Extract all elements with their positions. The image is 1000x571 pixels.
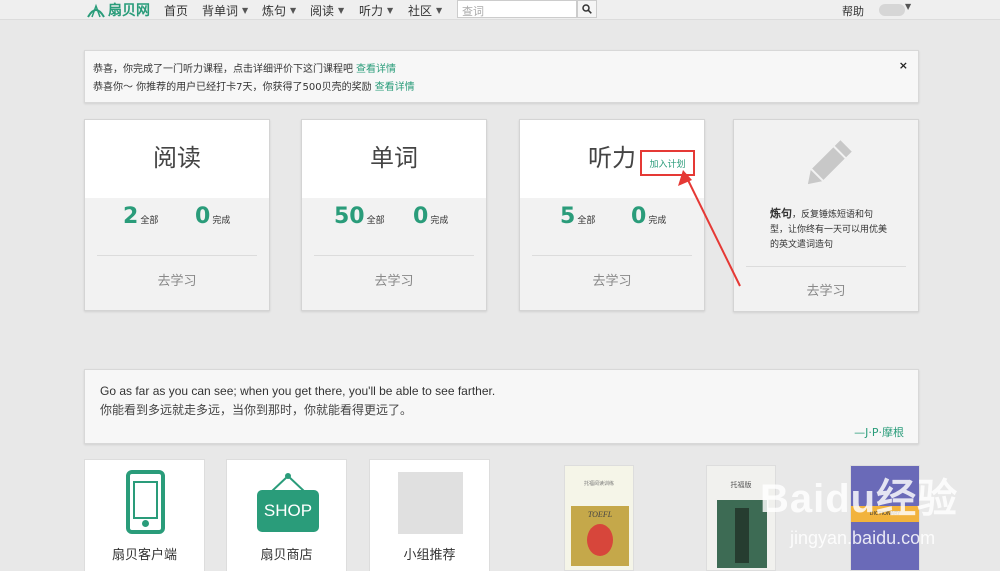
chevron-down-icon: ▼ [436, 6, 443, 15]
divider [532, 255, 692, 256]
tile-group-recommend[interactable]: 小组推荐 [369, 459, 490, 571]
tile-label: 小组推荐 [403, 548, 456, 563]
course-card-words[interactable]: 单词 50 全部 0 完成 去学习 [301, 119, 487, 311]
go-study-button[interactable]: 去学习 [302, 270, 486, 289]
stat-done-value: 0 [195, 204, 211, 229]
annotation-arrow [678, 170, 741, 287]
baidu-watermark-url: jingyan.baidu.com [790, 528, 936, 548]
card-header: 单词 [302, 120, 486, 198]
chevron-down-icon: ▼ [338, 6, 345, 15]
card-title: 阅读 [153, 144, 201, 172]
divider [314, 255, 474, 256]
notification-panel: 恭喜，你完成了一门听力课程，点击详细评价下这门课程吧 查看详情 恭喜你～ 你推荐的… [84, 50, 919, 103]
nav-menu-label: 听力 [359, 4, 384, 18]
stat-done: 0 完成 [631, 204, 666, 229]
nav-menu-label: 社区 [408, 4, 433, 18]
book-cover-text: TOEFL [587, 510, 613, 519]
quote-chinese: 你能看到多远就走多远，当你到那时，你就能看得更远了。 [100, 403, 413, 417]
notification-text: 恭喜你～ 你推荐的用户已经打卡7天，你获得了500贝壳的奖励 [93, 82, 372, 93]
nav-menu-label: 炼句 [262, 4, 287, 18]
stat-done-label: 完成 [212, 216, 231, 226]
close-icon[interactable]: × [899, 59, 908, 72]
quote-english: Go as far as you can see; when you get t… [100, 384, 496, 398]
stat-done-value: 0 [413, 204, 429, 229]
book-cover-toefl-reading[interactable]: 托福阅读训练 TOEFL [564, 465, 634, 571]
stat-done: 0 完成 [413, 204, 448, 229]
stat-total-label: 全部 [140, 216, 159, 226]
stat-total: 50 全部 [334, 204, 385, 229]
nav-home[interactable]: 首页 [164, 2, 188, 19]
stat-done-value: 0 [631, 204, 647, 229]
chevron-down-icon: ▼ [290, 6, 297, 15]
phone-icon [126, 470, 165, 534]
top-navbar: 扇贝网 首页 背单词 ▼ 炼句 ▼ 阅读 ▼ 听力 ▼ 社区 ▼ 查词 帮助 ▼ [0, 0, 1000, 20]
quote-panel: Go as far as you can see; when you get t… [84, 369, 919, 444]
notification-line: 恭喜，你完成了一门听力课程，点击详细评价下这门课程吧 查看详情 [93, 60, 396, 75]
site-logo[interactable]: 扇贝网 [86, 0, 150, 20]
divider [746, 266, 906, 267]
search-input[interactable]: 查词 [457, 0, 577, 18]
chevron-down-icon: ▼ [242, 6, 249, 15]
nav-menu-listening[interactable]: 听力 ▼ [359, 2, 393, 19]
card-description: 炼句，反复锤炼短语和句型，让你终有一天可以用优美的英文遣词造句 [770, 206, 890, 253]
group-icon [398, 472, 463, 534]
course-card-reading[interactable]: 阅读 2 全部 0 完成 去学习 [84, 119, 270, 311]
stat-done-label: 完成 [430, 216, 449, 226]
stat-done: 0 完成 [195, 204, 230, 229]
stat-total-label: 全部 [366, 216, 385, 226]
card-title: 单词 [370, 144, 418, 172]
card-header: 阅读 [85, 120, 269, 198]
nav-menu-label: 背单词 [202, 4, 239, 18]
nav-menu-community[interactable]: 社区 ▼ [408, 2, 442, 19]
chevron-down-icon: ▼ [387, 6, 394, 15]
notification-text: 恭喜，你完成了一门听力课程，点击详细评价下这门课程吧 [93, 64, 353, 75]
brand-name: 扇贝网 [108, 3, 150, 19]
nav-menu-words[interactable]: 背单词 ▼ [202, 2, 248, 19]
card-title: 炼句 [770, 207, 792, 220]
shop-icon: SHOP [257, 490, 319, 532]
help-link[interactable]: 帮助 [842, 3, 864, 19]
chevron-down-icon[interactable]: ▼ [905, 2, 911, 11]
search-icon [582, 4, 592, 14]
nav-menu-reading[interactable]: 阅读 ▼ [310, 2, 344, 19]
search-button[interactable] [577, 0, 597, 18]
stat-total: 2 全部 [123, 204, 158, 229]
stat-total-value: 50 [334, 204, 365, 229]
stat-total-label: 全部 [577, 216, 596, 226]
book-title: 托福阅读训练 [583, 481, 614, 487]
book-illustration: TOEFL [571, 506, 629, 566]
notification-line: 恭喜你～ 你推荐的用户已经打卡7天，你获得了500贝壳的奖励 查看详情 [93, 78, 415, 93]
pencil-icon [807, 140, 852, 185]
quote-author: —J·P·摩根 [854, 426, 904, 439]
tile-shop[interactable]: SHOP 扇贝商店 [226, 459, 347, 571]
stat-total: 5 全部 [560, 204, 595, 229]
stat-total-value: 2 [123, 204, 139, 229]
nav-menu-sentences[interactable]: 炼句 ▼ [262, 2, 296, 19]
baidu-watermark: Baidu经验 [760, 477, 959, 521]
shell-logo-icon [87, 3, 105, 18]
tile-label: 扇贝商店 [260, 548, 313, 563]
tile-label: 扇贝客户端 [111, 548, 177, 563]
nav-menu-label: 阅读 [310, 4, 335, 18]
view-details-link[interactable]: 查看详情 [375, 82, 415, 93]
go-study-button[interactable]: 去学习 [85, 270, 269, 289]
course-card-sentences[interactable]: 炼句，反复锤炼短语和句型，让你终有一天可以用优美的英文遣词造句 去学习 [733, 119, 919, 312]
divider [97, 255, 257, 256]
view-details-link[interactable]: 查看详情 [356, 64, 396, 75]
avatar[interactable] [879, 4, 905, 16]
tile-mobile-client[interactable]: 扇贝客户端 [84, 459, 205, 571]
stat-total-value: 5 [560, 204, 576, 229]
go-study-button[interactable]: 去学习 [734, 280, 918, 299]
stat-done-label: 完成 [648, 216, 667, 226]
